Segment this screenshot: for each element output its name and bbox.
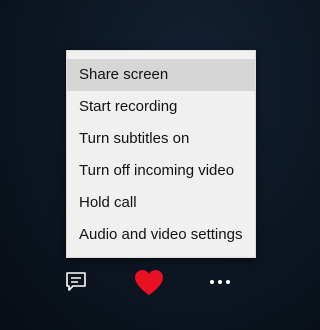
menu-item-hold-call[interactable]: Hold call (67, 187, 255, 219)
call-options-menu: Share screen Start recording Turn subtit… (66, 50, 256, 258)
more-options-button[interactable] (204, 264, 236, 300)
dot (210, 280, 214, 284)
dot (226, 280, 230, 284)
menu-item-turn-subtitles-on[interactable]: Turn subtitles on (67, 123, 255, 155)
heart-icon (135, 269, 163, 295)
heart-reaction-button[interactable] (130, 264, 168, 300)
menu-item-turn-off-incoming-video[interactable]: Turn off incoming video (67, 155, 255, 187)
menu-item-start-recording[interactable]: Start recording (67, 91, 255, 123)
chat-icon (66, 272, 86, 291)
chat-button[interactable] (60, 264, 92, 300)
menu-item-audio-video-settings[interactable]: Audio and video settings (67, 219, 255, 251)
dot (218, 280, 222, 284)
more-options-icon (210, 280, 230, 284)
menu-item-share-screen[interactable]: Share screen (67, 59, 255, 91)
